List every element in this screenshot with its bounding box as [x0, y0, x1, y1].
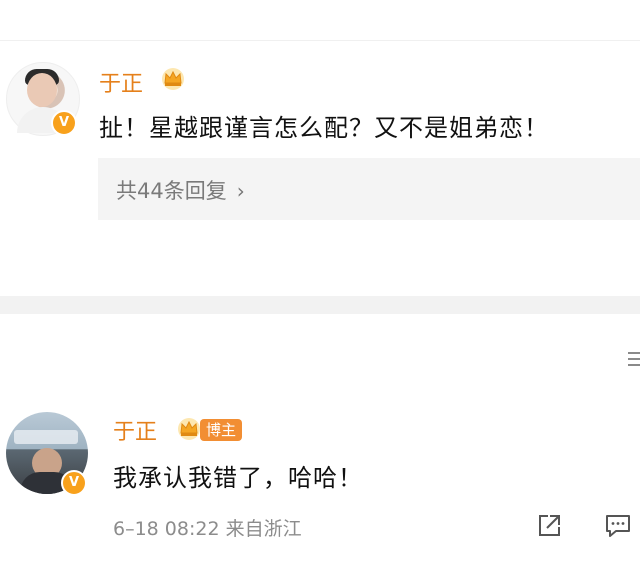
comment-text: 我承认我错了，哈哈！: [113, 464, 363, 492]
verified-badge-icon: V: [51, 110, 77, 136]
menu-icon[interactable]: [628, 348, 640, 370]
verified-badge-icon: V: [61, 470, 87, 496]
replies-count[interactable]: 共44条回复: [116, 179, 227, 203]
avatar-background-sign: [14, 430, 78, 444]
top-divider: [0, 40, 640, 41]
replies-link[interactable]: 共44条回复 ›: [116, 175, 245, 205]
username[interactable]: 于正: [113, 414, 157, 446]
comment-text: 扯！星越跟谨言怎么配？又不是姐弟恋！: [99, 114, 549, 142]
blogger-tag: 博主: [200, 419, 243, 441]
replies-box[interactable]: 共44条回复 ›: [98, 158, 640, 220]
section-separator: [0, 296, 640, 314]
share-icon[interactable]: [536, 513, 562, 539]
crown-icon: [178, 418, 200, 440]
username[interactable]: 于正: [99, 66, 143, 98]
location: 来自浙江: [225, 518, 302, 540]
comment-icon[interactable]: [604, 513, 632, 539]
crown-icon: [162, 68, 184, 90]
avatar-face: [27, 73, 57, 107]
comment-meta: 6–18 08:22 来自浙江: [113, 514, 302, 541]
timestamp: 6–18 08:22: [113, 518, 220, 540]
chevron-right-icon: ›: [236, 179, 245, 203]
